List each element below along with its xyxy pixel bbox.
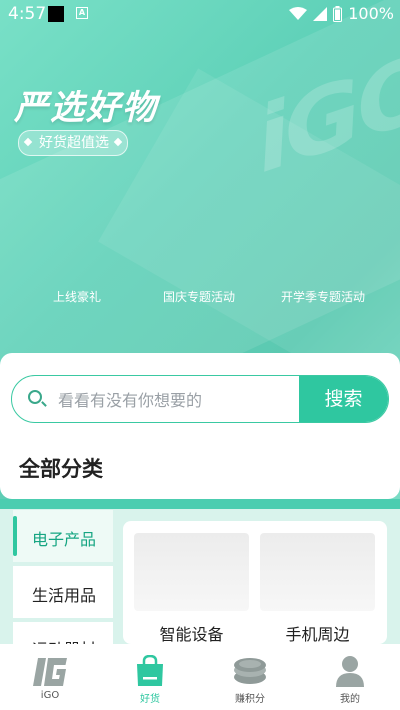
status-time: 4:57 (8, 4, 47, 24)
shopping-bag-icon (137, 655, 163, 686)
nav-label: iGO (40, 690, 60, 701)
user-icon (336, 656, 364, 687)
active-indicator (13, 516, 17, 556)
sidebar-item-daily[interactable]: 生活用品 (13, 566, 113, 618)
battery-icon (333, 5, 343, 22)
subcategory-label: 智能设备 (159, 625, 224, 644)
sidebar-item-label: 电子产品 (32, 530, 97, 549)
promo-tab[interactable]: 上线豪礼 (53, 288, 101, 305)
accent-strip (0, 499, 400, 509)
subcategory-image (260, 533, 375, 611)
sidebar-item-sports[interactable]: 运动器材 (13, 622, 113, 644)
search-button[interactable]: 搜索 (299, 376, 388, 422)
category-title: 全部分类 (19, 457, 103, 481)
status-right: 100% (289, 4, 394, 23)
diamond-icon (23, 137, 33, 147)
nav-item-points[interactable]: 赚积分 (200, 644, 300, 710)
promo-tab[interactable]: 国庆专题活动 (163, 288, 235, 305)
igo-logo-icon (33, 658, 67, 686)
subcategory-phone-accessories[interactable]: 手机周边 (260, 533, 375, 645)
search-card: 搜索 全部分类 (0, 353, 400, 499)
nav-label: 我的 (340, 694, 360, 705)
nav-label: 赚积分 (235, 694, 265, 705)
nav-label: 好货 (140, 694, 160, 705)
promo-tab[interactable]: 开学季专题活动 (281, 288, 365, 305)
subcategory-label: 手机周边 (285, 625, 350, 644)
signal-icon (313, 6, 328, 21)
subcategory-image (134, 533, 249, 611)
search-icon (28, 390, 42, 404)
hero-subtitle: 好货超值选 (39, 135, 109, 151)
sidebar-item-label: 运动器材 (32, 636, 96, 644)
app-notification-icon: A (76, 7, 88, 19)
nav-item-igo[interactable]: iGO (0, 644, 100, 710)
status-bar: 4:57 A 100% (0, 0, 400, 28)
sidebar-item-label: 生活用品 (32, 586, 97, 605)
wifi-icon (289, 6, 308, 20)
coins-icon (234, 658, 266, 684)
nav-item-profile[interactable]: 我的 (300, 644, 400, 710)
subcategory-grid: 智能设备 手机周边 (123, 521, 387, 644)
sidebar-item-electronics[interactable]: 电子产品 (13, 510, 113, 562)
subcategory-smart-devices[interactable]: 智能设备 (134, 533, 249, 645)
search-input[interactable] (56, 384, 290, 416)
battery-level: 100% (348, 4, 394, 23)
nav-item-goods[interactable]: 好货 (100, 644, 200, 710)
hero-subtitle-badge: 好货超值选 (18, 130, 128, 156)
notification-icon (48, 6, 64, 22)
hero-title: 严选好物 (14, 88, 158, 128)
diamond-icon (113, 137, 123, 147)
category-sidebar: 电子产品 生活用品 运动器材 (13, 510, 113, 644)
bottom-nav: iGO 好货 赚积分 我的 (0, 644, 400, 710)
search-bar: 搜索 (11, 375, 389, 423)
